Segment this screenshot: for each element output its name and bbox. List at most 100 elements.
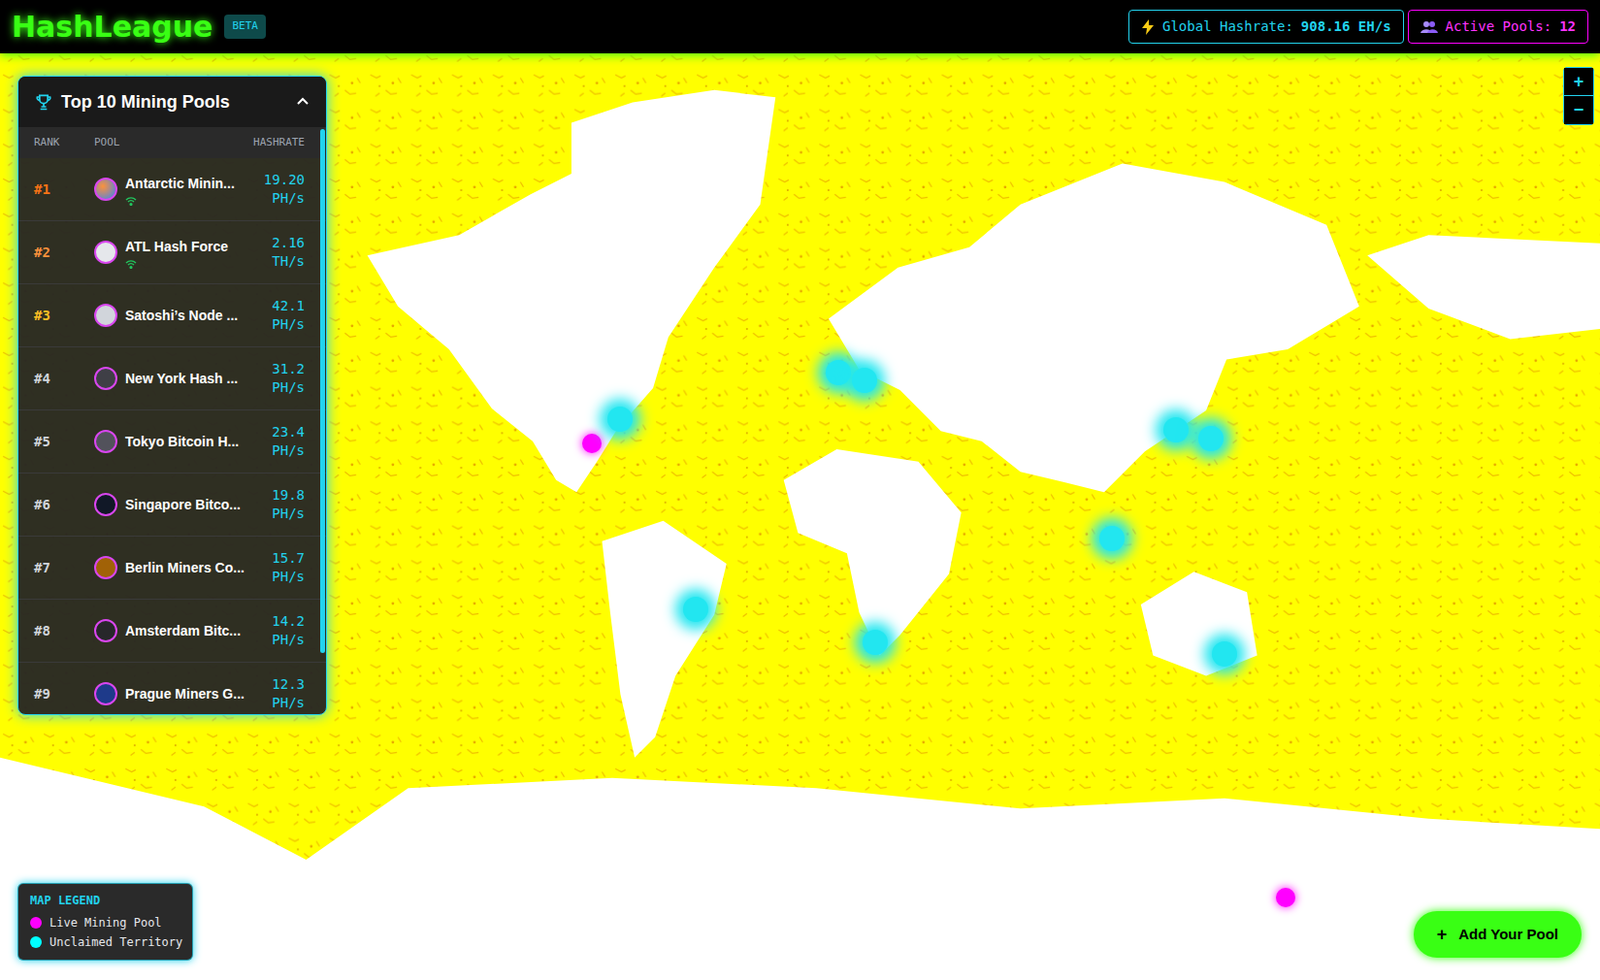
pool-row[interactable]: #1 Antarctic Minin... 19.20PH/s [18, 158, 327, 222]
hashrate-unit: PH/s [271, 189, 305, 208]
pool-hashrate: 31.2PH/s [267, 359, 305, 397]
hashrate-value: 19.20 [263, 170, 305, 190]
world-map[interactable]: Top 10 Mining PoolsRANKPOOLHASHRATE#1Ant… [0, 53, 1600, 980]
chevron-up-icon [294, 94, 311, 110]
pool-cell: Amsterdam Bitc... [94, 619, 268, 643]
pool-row[interactable]: #6 Singapore Bitco... 19.8PH/s [18, 473, 327, 537]
trophy-icon [33, 92, 54, 112]
pool-cell: ATL Hash Force [94, 236, 268, 269]
pool-row[interactable]: #4 New York Hash ... 31.2PH/s [18, 347, 327, 411]
pool-name-wrap: New York Hash ... [125, 368, 238, 390]
unclaimed-pin[interactable] [1198, 425, 1224, 452]
pool-cell: Prague Miners G... [94, 682, 268, 706]
pool-name-wrap: Singapore Bitco... [125, 494, 241, 516]
hashrate-value: 31.2 [271, 359, 305, 379]
logo[interactable]: HashLeague [11, 12, 213, 42]
legend-dot [30, 936, 42, 948]
pool-avatar [94, 240, 118, 264]
live-signal-icon [125, 259, 229, 269]
pool-row[interactable]: #7 Berlin Miners Co... 15.7PH/s [18, 536, 327, 600]
live-pool-pin[interactable] [1275, 887, 1296, 908]
pool-hashrate: 19.20PH/s [260, 170, 305, 208]
pool-rank: #4 [33, 368, 95, 390]
pool-name-wrap: Prague Miners G... [125, 684, 245, 705]
add-pool-button[interactable]: +Add Your Pool [1413, 911, 1582, 958]
panel-header[interactable]: Top 10 Mining Pools [18, 76, 327, 128]
pool-row[interactable]: #5 Tokyo Bitcoin H... 23.4PH/s [18, 410, 327, 474]
pool-rank: #5 [33, 431, 95, 453]
pool-hashrate: 19.8PH/s [267, 486, 305, 523]
pool-row[interactable]: #8Amsterdam Bitc...14.2PH/s [18, 599, 327, 663]
pool-hashrate: 23.4PH/s [267, 423, 305, 460]
pool-rank: #2 [33, 242, 95, 263]
hashrate-value: 12.3 [271, 675, 305, 694]
scrollbar-thumb[interactable] [320, 129, 326, 654]
pool-name: Prague Miners G... [125, 684, 245, 705]
pool-name-wrap: Antarctic Minin... [125, 173, 235, 206]
panel-title-wrap: Top 10 Mining Pools [33, 89, 230, 116]
pool-avatar [94, 492, 118, 517]
pool-rank: #6 [33, 494, 95, 516]
pool-cell: Singapore Bitco... [94, 492, 268, 517]
pool-name: Amsterdam Bitc... [125, 620, 241, 642]
live-pool-pin[interactable] [582, 433, 602, 454]
beta-badge: BETA [224, 14, 266, 39]
pool-hashrate: 42.1PH/s [267, 296, 305, 334]
pool-row[interactable]: #3 Satoshi’s Node ... 42.1PH/s [18, 284, 327, 348]
panel-body: RANKPOOLHASHRATE#1Antarctic Minin...19.2… [18, 127, 327, 715]
legend-label: Live Mining Pool [49, 913, 163, 933]
pool-rank: #8 [33, 620, 95, 642]
unclaimed-pin[interactable] [1099, 525, 1125, 552]
hashrate-value: 2.16 [271, 233, 305, 253]
stats: Global Hashrate:908.16 EH/sActive Pools:… [1128, 9, 1589, 44]
hashrate-unit: PH/s [271, 315, 305, 334]
stat-box: Global Hashrate:908.16 EH/s [1128, 9, 1405, 44]
column-label: RANK [33, 134, 95, 152]
hashrate-unit: PH/s [271, 630, 305, 650]
unclaimed-pin[interactable] [607, 406, 633, 432]
pool-name: Tokyo Bitcoin H... [125, 431, 239, 453]
column-label: HASHRATE [253, 134, 305, 152]
pool-cell: New York Hash ... [94, 366, 268, 391]
unclaimed-pin[interactable] [862, 629, 888, 655]
pool-avatar [94, 682, 118, 706]
top-bar: HashLeague BETA Global Hashrate:908.16 EH… [0, 0, 1600, 54]
pool-rank: #9 [33, 684, 95, 705]
pool-name-wrap: ATL Hash Force [125, 236, 229, 269]
hashrate-value: 23.4 [271, 423, 305, 442]
hashrate-value: 42.1 [271, 296, 305, 316]
legend-title: MAP LEGEND [30, 891, 181, 910]
stat-label: Global Hashrate: [1162, 16, 1294, 37]
pool-row[interactable]: #9Prague Miners G...12.3PH/s [18, 662, 327, 715]
pool-name: Berlin Miners Co... [125, 557, 245, 579]
pool-hashrate: 15.7PH/s [267, 549, 305, 587]
hashrate-unit: TH/s [271, 252, 305, 271]
pool-rank: #3 [33, 305, 95, 327]
hashrate-value: 19.8 [271, 486, 305, 505]
zoom-in-button[interactable]: + [1564, 67, 1594, 97]
unclaimed-pin[interactable] [1163, 417, 1189, 443]
hashrate-value: 15.7 [271, 549, 305, 568]
unclaimed-pin[interactable] [683, 596, 709, 622]
unclaimed-pin[interactable] [1211, 641, 1238, 667]
legend-item: Unclaimed Territory [30, 932, 181, 952]
zoom-out-button[interactable]: − [1564, 96, 1594, 125]
pool-rank: #7 [33, 557, 95, 579]
add-pool-label: Add Your Pool [1458, 923, 1559, 947]
unclaimed-pin[interactable] [851, 367, 878, 393]
pool-name: ATL Hash Force [125, 236, 229, 258]
pool-name-wrap: Amsterdam Bitc... [125, 620, 241, 642]
pool-name-wrap: Satoshi’s Node ... [125, 305, 238, 327]
map-legend: MAP LEGEND Live Mining PoolUnclaimed Terr… [17, 882, 194, 961]
legend-label: Unclaimed Territory [49, 932, 183, 952]
unclaimed-pin[interactable] [825, 359, 851, 386]
pool-cell: Berlin Miners Co... [94, 555, 268, 580]
pool-row[interactable]: #2 ATL Hash Force 2.16TH/s [18, 221, 327, 285]
pool-rank: #1 [33, 179, 95, 200]
add-wrap: +Add Your Pool [1413, 911, 1582, 958]
pool-cell: Tokyo Bitcoin H... [94, 429, 268, 454]
pool-name: New York Hash ... [125, 368, 238, 390]
live-signal-icon [125, 195, 235, 206]
pool-name: Antarctic Minin... [125, 173, 235, 195]
pool-name: Singapore Bitco... [125, 494, 241, 516]
